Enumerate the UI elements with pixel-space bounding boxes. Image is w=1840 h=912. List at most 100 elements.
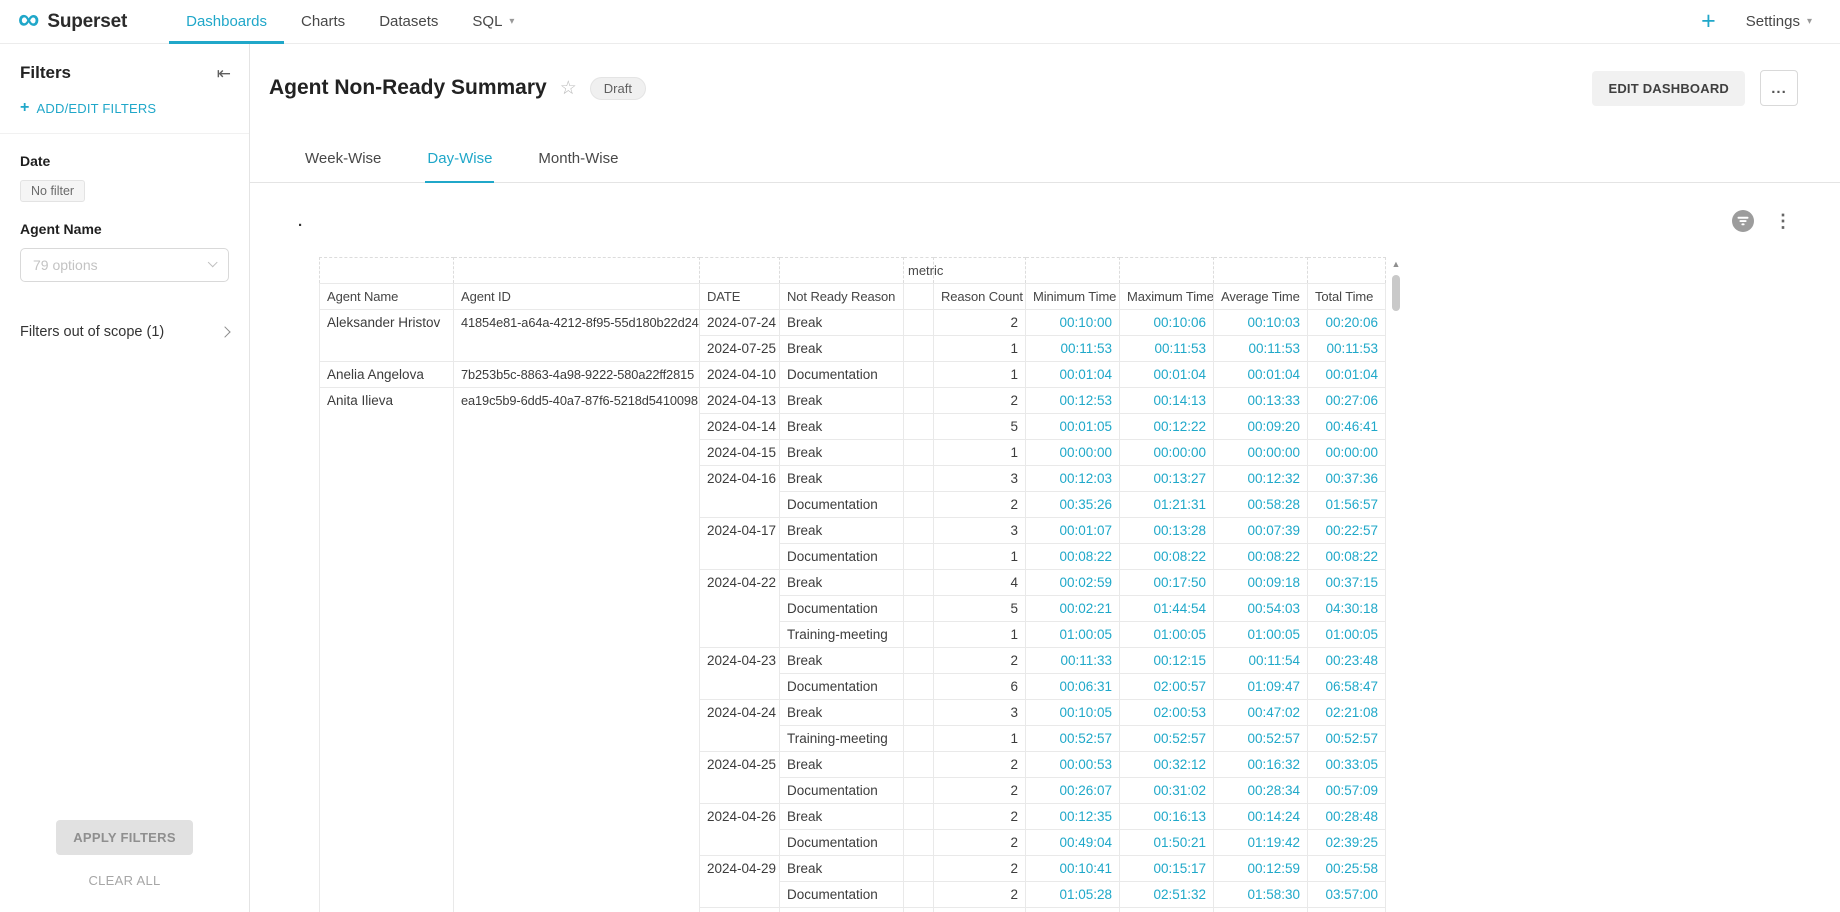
cell-reason-count: 5 [934, 596, 1026, 622]
cell-average-time: 00:09:18 [1214, 570, 1308, 596]
clear-all-button[interactable]: CLEAR ALL [0, 873, 249, 888]
cell-total-time: 00:23:48 [1308, 648, 1386, 674]
cell-date: 2024-04-25 [700, 752, 780, 804]
cell-minimum-time: 00:35:26 [1026, 492, 1120, 518]
cell-average-time: 00:13:09 [1214, 908, 1308, 912]
cell-spacer [904, 856, 934, 882]
add-edit-filters-button[interactable]: + ADD/EDIT FILTERS [0, 96, 249, 134]
cell-date: 2024-04-14 [700, 414, 780, 440]
nav-item-sql[interactable]: SQL ▾ [455, 0, 531, 43]
cell-spacer [904, 778, 934, 804]
cell-spacer [904, 492, 934, 518]
cell-reason-count: 3 [934, 518, 1026, 544]
nav-right: + Settings ▾ [1701, 0, 1812, 43]
nav-item-datasets[interactable]: Datasets [362, 0, 455, 43]
apply-area: APPLY FILTERS CLEAR ALL [0, 820, 249, 888]
applied-filters-icon[interactable] [1732, 210, 1754, 232]
cell-spacer [904, 674, 934, 700]
cell-minimum-time: 00:10:05 [1026, 700, 1120, 726]
filters-out-of-scope-label: Filters out of scope (1) [20, 324, 164, 340]
cell-minimum-time: 00:26:07 [1026, 778, 1120, 804]
more-options-button[interactable]: ... [1760, 70, 1798, 106]
nav-item-dashboards[interactable]: Dashboards [169, 0, 284, 43]
tab-day-wise[interactable]: Day-Wise [425, 138, 494, 183]
scroll-up-icon[interactable]: ▲ [1392, 259, 1401, 269]
cell-average-time: 00:47:02 [1214, 700, 1308, 726]
cell-not-ready-reason: Break [780, 908, 904, 912]
superset-logo[interactable]: ∞ Superset [18, 0, 127, 43]
table-row: Anelia Angelova7b253b5c-8863-4a98-9222-5… [320, 362, 1386, 388]
apply-filters-button[interactable]: APPLY FILTERS [56, 820, 193, 855]
chevron-down-icon: ▾ [509, 16, 514, 27]
date-filter-value-tag[interactable]: No filter [20, 180, 85, 202]
table-row: Aleksander Hristov41854e81-a64a-4212-8f9… [320, 310, 1386, 336]
cell-date: 2024-05-01 [700, 908, 780, 912]
table-row: Anita Ilievaea19c5b9-6dd5-40a7-87f6-5218… [320, 388, 1386, 414]
cell-not-ready-reason: Training-meeting [780, 726, 904, 752]
cell-maximum-time: 02:00:53 [1120, 700, 1214, 726]
cell-minimum-time: 00:11:33 [1026, 648, 1120, 674]
favorite-star-icon[interactable]: ☆ [560, 79, 577, 98]
kebab-menu-icon[interactable]: ⋮ [1774, 212, 1792, 230]
chart-header: . ⋮ [298, 209, 1792, 233]
table-scrollbar[interactable]: ▲ [1389, 257, 1403, 311]
cell-average-time: 00:54:03 [1214, 596, 1308, 622]
header-empty [1308, 258, 1386, 284]
cell-minimum-time: 00:01:04 [1026, 362, 1120, 388]
cell-spacer [904, 830, 934, 856]
cell-average-time: 00:07:39 [1214, 518, 1308, 544]
scrollbar-thumb[interactable] [1392, 275, 1400, 311]
cell-total-time: 00:22:57 [1308, 518, 1386, 544]
cell-average-time: 00:09:20 [1214, 414, 1308, 440]
header-not-ready-reason: Not Ready Reason [780, 284, 904, 310]
cell-total-time: 02:39:25 [1308, 830, 1386, 856]
cell-maximum-time: 00:16:13 [1120, 804, 1214, 830]
cell-minimum-time: 00:12:03 [1026, 466, 1120, 492]
date-filter-label: Date [20, 153, 229, 169]
edit-dashboard-button[interactable]: EDIT DASHBOARD [1592, 71, 1745, 106]
cell-spacer [904, 804, 934, 830]
settings-label: Settings [1746, 13, 1800, 30]
header-empty [1026, 258, 1120, 284]
tab-month-wise[interactable]: Month-Wise [536, 138, 620, 183]
filters-out-of-scope-toggle[interactable]: Filters out of scope (1) [0, 312, 249, 352]
collapse-sidebar-icon[interactable]: ⇤ [217, 65, 231, 82]
cell-total-time: 00:01:04 [1308, 362, 1386, 388]
cell-reason-count: 1 [934, 544, 1026, 570]
cell-not-ready-reason: Break [780, 856, 904, 882]
cell-not-ready-reason: Documentation [780, 882, 904, 908]
cell-average-time: 00:10:03 [1214, 310, 1308, 336]
agent-name-select[interactable]: 79 options [20, 248, 229, 282]
cell-maximum-time: 00:11:53 [1120, 336, 1214, 362]
cell-spacer [904, 700, 934, 726]
cell-maximum-time: 00:13:28 [1120, 518, 1214, 544]
cell-spacer [904, 648, 934, 674]
chevron-down-icon [207, 258, 217, 268]
header-empty [934, 258, 1026, 284]
cell-spacer [904, 908, 934, 912]
cell-reason-count: 2 [934, 388, 1026, 414]
cell-minimum-time: 00:01:07 [1026, 518, 1120, 544]
status-badge: Draft [590, 77, 646, 100]
page-title: Agent Non-Ready Summary [269, 76, 547, 100]
cell-maximum-time: 01:00:05 [1120, 622, 1214, 648]
cell-reason-count: 2 [934, 648, 1026, 674]
cell-maximum-time: 00:18:26 [1120, 908, 1214, 912]
cell-date: 2024-07-25 [700, 336, 780, 362]
cell-maximum-time: 00:12:15 [1120, 648, 1214, 674]
new-item-button[interactable]: + [1701, 9, 1716, 34]
cell-average-time: 00:52:57 [1214, 726, 1308, 752]
tab-week-wise[interactable]: Week-Wise [303, 138, 383, 183]
cell-average-time: 01:00:05 [1214, 622, 1308, 648]
cell-not-ready-reason: Documentation [780, 596, 904, 622]
settings-menu[interactable]: Settings ▾ [1746, 13, 1812, 30]
cell-maximum-time: 00:31:02 [1120, 778, 1214, 804]
cell-reason-count: 6 [934, 674, 1026, 700]
cell-reason-count: 1 [934, 440, 1026, 466]
cell-minimum-time: 00:12:53 [1026, 388, 1120, 414]
cell-reason-count: 4 [934, 570, 1026, 596]
nav-item-charts[interactable]: Charts [284, 0, 362, 43]
cell-minimum-time: 00:01:05 [1026, 414, 1120, 440]
cell-maximum-time: 00:13:27 [1120, 466, 1214, 492]
nav-menu: Dashboards Charts Datasets SQL ▾ [169, 0, 531, 43]
